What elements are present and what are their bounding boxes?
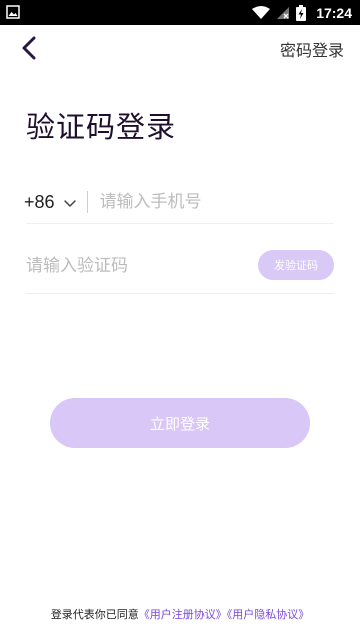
chevron-left-icon[interactable] bbox=[16, 33, 46, 63]
status-time: 17:24 bbox=[316, 5, 352, 21]
wifi-icon bbox=[252, 6, 271, 19]
password-login-link[interactable]: 密码登录 bbox=[280, 37, 344, 61]
status-bar: 17:24 bbox=[0, 0, 360, 25]
phone-input[interactable] bbox=[99, 187, 330, 217]
vertical-divider bbox=[86, 191, 88, 213]
top-bar: 密码登录 bbox=[0, 25, 360, 71]
phone-underline bbox=[26, 223, 334, 224]
user-agreement-link[interactable]: 《用户注册协议》 bbox=[139, 608, 227, 621]
code-field-row: 发验证码 bbox=[26, 248, 336, 284]
battery-charging-icon bbox=[296, 5, 307, 21]
login-button[interactable]: 立即登录 bbox=[50, 398, 310, 448]
privacy-agreement-link[interactable]: 《用户隐私协议》 bbox=[227, 608, 310, 621]
no-signal-icon bbox=[277, 7, 290, 19]
verification-code-input[interactable] bbox=[26, 251, 246, 281]
chevron-down-icon[interactable] bbox=[63, 196, 77, 210]
image-notification-icon bbox=[6, 5, 20, 19]
send-code-button[interactable]: 发验证码 bbox=[258, 250, 334, 280]
code-underline bbox=[26, 293, 334, 294]
page-title: 验证码登录 bbox=[26, 110, 177, 144]
phone-field-row: +86 bbox=[24, 182, 336, 222]
agreement-prefix: 登录代表你已同意 bbox=[50, 608, 139, 621]
country-code[interactable]: +86 bbox=[24, 192, 55, 213]
agreement-text: 登录代表你已同意《用户注册协议》《用户隐私协议》 bbox=[0, 606, 360, 622]
